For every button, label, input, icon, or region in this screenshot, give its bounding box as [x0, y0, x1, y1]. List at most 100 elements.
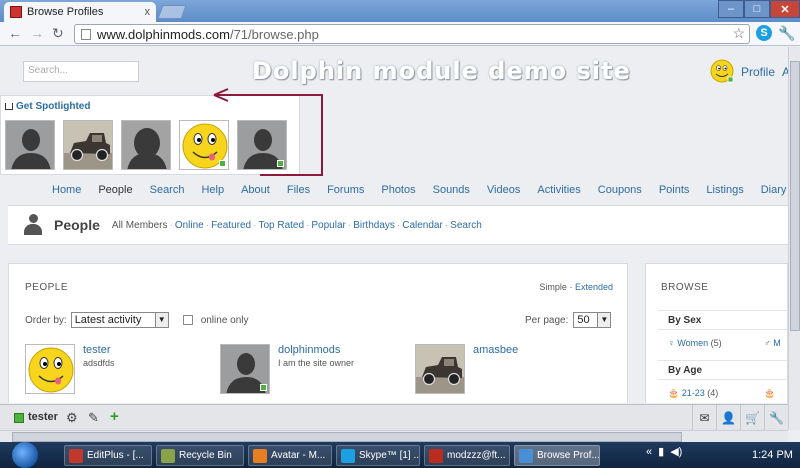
- per-page-select[interactable]: 50 ▼: [573, 312, 612, 328]
- taskbar-item-label: Avatar - M...: [271, 450, 326, 461]
- close-window-button[interactable]: ✕: [770, 0, 800, 18]
- submenu-online[interactable]: Online: [175, 220, 204, 231]
- member-avatar[interactable]: [220, 344, 270, 394]
- member-name[interactable]: dolphinmods: [278, 344, 354, 356]
- submenu-top-rated[interactable]: Top Rated: [258, 220, 304, 231]
- browse-age-link[interactable]: 🎂 21-23 (4): [668, 388, 718, 399]
- tools-icon[interactable]: 🔧: [764, 405, 788, 431]
- nav-item-sounds[interactable]: Sounds: [433, 184, 470, 196]
- horizontal-scroll-thumb[interactable]: [12, 432, 682, 442]
- taskbar-item[interactable]: Skype™ [1] ...: [336, 445, 420, 466]
- nav-item-help[interactable]: Help: [201, 184, 224, 196]
- taskbar-item-label: Browse Prof...: [537, 450, 600, 461]
- maximize-button[interactable]: □: [744, 0, 770, 18]
- spotlight-member-2[interactable]: [63, 120, 113, 170]
- nav-item-photos[interactable]: Photos: [381, 184, 415, 196]
- submenu-birthdays[interactable]: Birthdays: [353, 220, 395, 231]
- nav-item-listings[interactable]: Listings: [706, 184, 743, 196]
- car-photo-icon: [416, 345, 464, 393]
- member-avatar[interactable]: [415, 344, 465, 394]
- silhouette-avatar-icon: [6, 121, 54, 169]
- search-input[interactable]: Search...: [23, 61, 139, 82]
- new-tab-button[interactable]: [157, 5, 187, 19]
- member-username[interactable]: tester: [28, 411, 58, 423]
- cart-icon: [5, 103, 13, 110]
- annotation-arrow: [213, 88, 323, 176]
- nav-item-coupons[interactable]: Coupons: [598, 184, 642, 196]
- skype-extension-icon[interactable]: S: [756, 25, 772, 41]
- bookmark-star-icon[interactable]: ☆: [732, 25, 745, 42]
- smiley-avatar-icon: [26, 345, 74, 393]
- vertical-scrollbar[interactable]: [788, 47, 800, 430]
- member-card[interactable]: dolphinmods I am the site owner: [220, 344, 354, 394]
- address-bar[interactable]: www.dolphinmods.com/71/browse.php ☆: [74, 24, 750, 44]
- nav-item-people[interactable]: People: [98, 184, 132, 196]
- minimize-button[interactable]: –: [718, 0, 744, 18]
- nav-item-about[interactable]: About: [241, 184, 270, 196]
- browse-men-link[interactable]: ♂ M: [764, 338, 781, 348]
- spotlight-member-1[interactable]: [5, 120, 55, 170]
- online-status-icon[interactable]: [14, 413, 24, 423]
- member-avatar[interactable]: [25, 344, 75, 394]
- member-info: amasbee: [473, 344, 518, 394]
- add-icon[interactable]: +: [110, 408, 119, 425]
- wrench-menu-icon[interactable]: 🔧: [778, 25, 795, 42]
- mode-separator: ·: [569, 282, 573, 292]
- horizontal-scrollbar[interactable]: [0, 430, 788, 442]
- nav-item-files[interactable]: Files: [287, 184, 310, 196]
- submenu-calendar[interactable]: Calendar: [402, 220, 443, 231]
- site-title[interactable]: Dolphin module demo site: [252, 57, 631, 85]
- mode-extended[interactable]: Extended: [575, 282, 613, 292]
- taskbar-item-label: modzzz@ft...: [447, 450, 506, 461]
- per-page-label: Per page:: [525, 314, 569, 326]
- taskbar-item[interactable]: modzzz@ft...: [424, 445, 510, 466]
- submenu-popular[interactable]: Popular: [311, 220, 345, 231]
- member-card[interactable]: tester adsdfds: [25, 344, 115, 394]
- taskbar-item[interactable]: Avatar - M...: [248, 445, 332, 466]
- taskbar-item[interactable]: Recycle Bin: [156, 445, 244, 466]
- network-icon[interactable]: ▮: [658, 445, 664, 458]
- forward-arrow-icon[interactable]: →: [30, 25, 44, 41]
- member-name[interactable]: amasbee: [473, 344, 518, 356]
- submenu-search[interactable]: Search: [450, 220, 482, 231]
- nav-item-points[interactable]: Points: [659, 184, 690, 196]
- vertical-scroll-thumb[interactable]: [790, 61, 800, 331]
- nav-item-forums[interactable]: Forums: [327, 184, 364, 196]
- nav-item-home[interactable]: Home: [52, 184, 81, 196]
- volume-icon[interactable]: ◀): [670, 445, 682, 458]
- app-icon: [519, 449, 533, 463]
- mode-simple[interactable]: Simple: [539, 282, 567, 292]
- order-by-select[interactable]: Latest activity ▼: [70, 312, 169, 328]
- submenu-separator: ·: [205, 219, 210, 231]
- member-name[interactable]: tester: [83, 344, 115, 356]
- reload-icon[interactable]: ↻: [52, 25, 64, 42]
- nav-item-activities[interactable]: Activities: [537, 184, 580, 196]
- spotlight-member-3[interactable]: [121, 120, 171, 170]
- online-only-checkbox[interactable]: [182, 315, 193, 325]
- cart-icon[interactable]: 🛒: [740, 405, 764, 431]
- browse-women-link[interactable]: ♀ Women (5): [668, 338, 722, 348]
- tray-expand-icon[interactable]: «: [646, 446, 652, 458]
- profile-link[interactable]: Profile: [741, 65, 775, 79]
- submenu-separator: ·: [347, 219, 352, 231]
- app-icon: [161, 449, 175, 463]
- clock[interactable]: 1:24 PM: [752, 449, 793, 461]
- friends-icon[interactable]: 👤: [716, 405, 740, 431]
- nav-item-videos[interactable]: Videos: [487, 184, 520, 196]
- browser-tab[interactable]: Browse Profiles x: [4, 2, 156, 22]
- nav-item-diary[interactable]: Diary: [761, 184, 787, 196]
- submenu-featured[interactable]: Featured: [211, 220, 251, 231]
- nav-item-search[interactable]: Search: [150, 184, 185, 196]
- start-button[interactable]: [12, 442, 38, 468]
- get-spotlighted-link[interactable]: Get Spotlighted: [5, 101, 90, 112]
- profile-avatar[interactable]: [710, 59, 734, 83]
- mail-icon[interactable]: ✉: [692, 405, 716, 431]
- taskbar-item[interactable]: EditPlus - [...: [64, 445, 152, 466]
- taskbar-item[interactable]: Browse Prof...: [514, 445, 600, 466]
- member-card[interactable]: amasbee: [415, 344, 518, 394]
- edit-icon[interactable]: ✎: [88, 410, 99, 426]
- gear-icon[interactable]: ⚙: [66, 410, 78, 426]
- tab-close-icon[interactable]: x: [145, 6, 151, 18]
- submenu-all-members[interactable]: All Members: [112, 220, 168, 231]
- back-arrow-icon[interactable]: ←: [8, 25, 22, 41]
